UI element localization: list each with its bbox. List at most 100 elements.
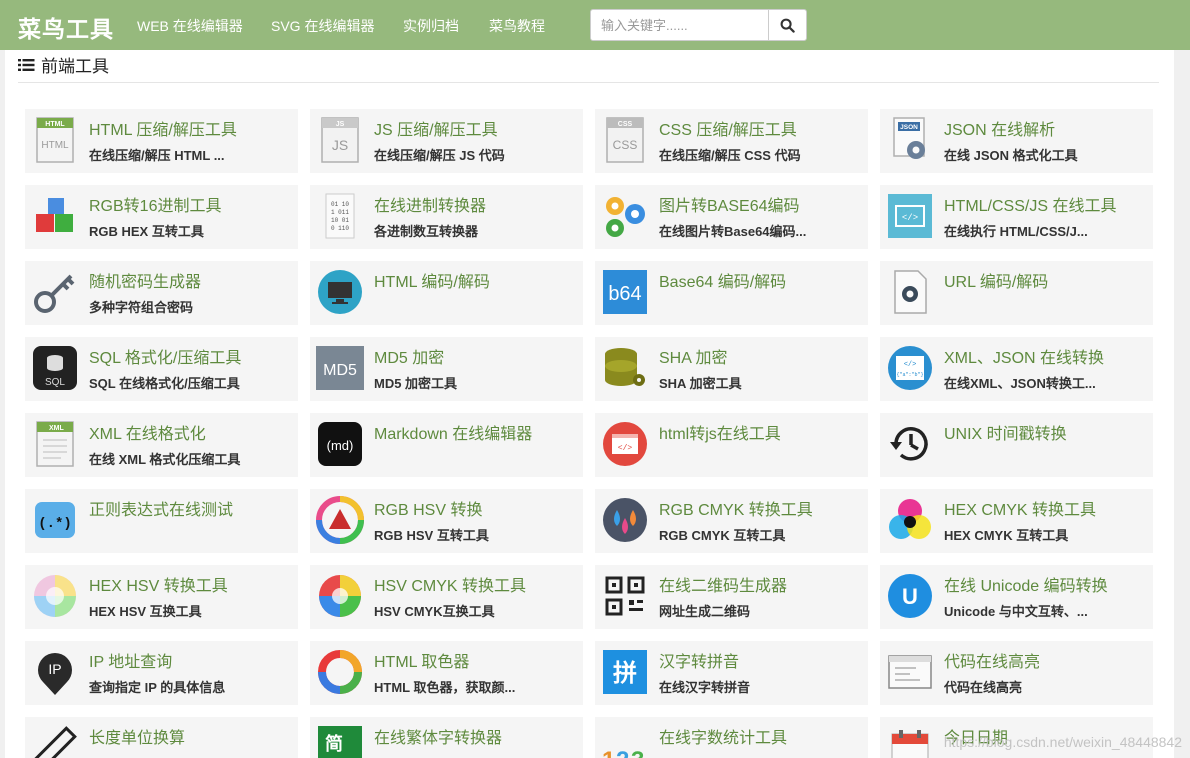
tool-card[interactable]: CSS CSS CSS 压缩/解压工具 在线压缩/解压 CSS 代码 xyxy=(595,109,868,173)
tool-title[interactable]: Base64 编码/解码 xyxy=(659,268,786,292)
tool-description: 各进制数互转换器 xyxy=(374,224,479,239)
tool-card[interactable]: 简 在线繁体字转换器 xyxy=(310,717,583,758)
tool-card[interactable]: JS JS JS 压缩/解压工具 在线压缩/解压 JS 代码 xyxy=(310,109,583,173)
svg-text:IP: IP xyxy=(48,661,61,677)
site-logo[interactable]: 菜鸟工具 xyxy=(18,10,114,44)
nav-link-tutorial[interactable]: 菜鸟教程 xyxy=(489,16,545,36)
tool-title[interactable]: 汉字转拼音 xyxy=(659,648,739,672)
color-ring-icon xyxy=(318,650,362,694)
tool-title[interactable]: html转js在线工具 xyxy=(659,420,781,444)
monitor-icon xyxy=(318,270,362,314)
search-box xyxy=(590,9,807,41)
tool-title[interactable]: JSON 在线解析 xyxy=(944,116,1055,140)
tool-title[interactable]: HTML 编码/解码 xyxy=(374,268,490,292)
tool-description: 在线压缩/解压 CSS 代码 xyxy=(659,148,801,163)
tool-title[interactable]: 长度单位换算 xyxy=(89,724,185,748)
tool-title[interactable]: 在线字数统计工具 xyxy=(659,724,787,748)
tool-title[interactable]: SQL 格式化/压缩工具 xyxy=(89,344,241,368)
tool-card[interactable]: HEX HSV 转换工具 HEX HSV 互换工具 xyxy=(25,565,298,629)
tool-title[interactable]: RGB CMYK 转换工具 xyxy=(659,496,813,520)
section-title: 前端工具 xyxy=(41,57,109,76)
tool-title[interactable]: Markdown 在线编辑器 xyxy=(374,420,532,444)
tool-title[interactable]: HSV CMYK 转换工具 xyxy=(374,572,526,596)
tool-title[interactable]: XML、JSON 在线转换 xyxy=(944,344,1104,368)
tool-card[interactable]: HTML 取色器 HTML 取色器，获取颜... xyxy=(310,641,583,705)
tool-title[interactable]: HEX CMYK 转换工具 xyxy=(944,496,1096,520)
tool-title[interactable]: 在线进制转换器 xyxy=(374,192,486,216)
tool-title[interactable]: RGB转16进制工具 xyxy=(89,192,221,216)
tool-title[interactable]: 在线 Unicode 编码转换 xyxy=(944,572,1108,596)
svg-text:JSON: JSON xyxy=(900,124,918,131)
tool-title[interactable]: IP 地址查询 xyxy=(89,648,172,672)
svg-text:XML: XML xyxy=(49,425,65,432)
tool-card[interactable]: HSV CMYK 转换工具 HSV CMYK互换工具 xyxy=(310,565,583,629)
tool-title[interactable]: 在线二维码生成器 xyxy=(659,572,787,596)
nav-link-web-editor[interactable]: WEB 在线编辑器 xyxy=(137,16,243,36)
tool-card[interactable]: UNIX 时间戳转换 xyxy=(880,413,1153,477)
tool-card[interactable]: JSON JSON 在线解析 在线 JSON 格式化工具 xyxy=(880,109,1153,173)
color-triangle-icon xyxy=(316,496,364,544)
tool-card[interactable]: </> {"a":"b"} XML、JSON 在线转换 在线XML、JSON转换工… xyxy=(880,337,1153,401)
tool-card[interactable]: U 在线 Unicode 编码转换 Unicode 与中文互转、... xyxy=(880,565,1153,629)
tool-card[interactable]: 长度单位换算 xyxy=(25,717,298,758)
tool-card[interactable]: SQL SQL 格式化/压缩工具 SQL 在线格式化/压缩工具 xyxy=(25,337,298,401)
tool-card[interactable]: HTML HTML HTML 压缩/解压工具 在线压缩/解压 HTML ... xyxy=(25,109,298,173)
tool-title[interactable]: 代码在线高亮 xyxy=(944,648,1040,672)
tool-card[interactable]: URL 编码/解码 xyxy=(880,261,1153,325)
search-button[interactable] xyxy=(768,10,806,40)
tool-card[interactable]: </> HTML/CSS/JS 在线工具 在线执行 HTML/CSS/J... xyxy=(880,185,1153,249)
svg-text:2: 2 xyxy=(616,747,629,758)
nav-link-svg-editor[interactable]: SVG 在线编辑器 xyxy=(271,16,374,36)
tool-title[interactable]: CSS 压缩/解压工具 xyxy=(659,116,797,140)
tool-title[interactable]: SHA 加密 xyxy=(659,344,727,368)
tool-card[interactable]: 随机密码生成器 多种字符组合密码 xyxy=(25,261,298,325)
tool-description: RGB HSV 互转工具 xyxy=(374,528,489,543)
tool-card[interactable]: 拼 汉字转拼音 在线汉字转拼音 xyxy=(595,641,868,705)
tool-card[interactable]: 01 10 1 011 10 01 0 110 在线进制转换器 各进制数互转换器 xyxy=(310,185,583,249)
tool-title[interactable]: 正则表达式在线测试 xyxy=(89,496,233,520)
tool-title[interactable]: HTML/CSS/JS 在线工具 xyxy=(944,192,1116,216)
key-icon xyxy=(34,274,75,313)
tool-title[interactable]: URL 编码/解码 xyxy=(944,268,1048,292)
tool-title[interactable]: MD5 加密 xyxy=(374,344,444,368)
tool-card[interactable]: XML XML 在线格式化 在线 XML 格式化压缩工具 xyxy=(25,413,298,477)
tool-card[interactable]: SHA 加密 SHA 加密工具 xyxy=(595,337,868,401)
regex-icon: (.*) xyxy=(35,502,75,538)
tool-title[interactable]: HTML 取色器 xyxy=(374,648,469,672)
tool-card[interactable]: RGB HSV 转换 RGB HSV 互转工具 xyxy=(310,489,583,553)
tool-description: RGB CMYK 互转工具 xyxy=(659,528,786,543)
tool-description: 查询指定 IP 的具体信息 xyxy=(89,680,226,695)
tool-title[interactable]: UNIX 时间戳转换 xyxy=(944,420,1067,444)
word-count-icon: 123 xyxy=(602,747,644,758)
tool-card[interactable]: 123 在线字数统计工具 xyxy=(595,717,868,758)
tool-title[interactable]: HEX HSV 转换工具 xyxy=(89,572,228,596)
tool-description: HEX CMYK 互转工具 xyxy=(944,528,1069,543)
tool-title[interactable]: 在线繁体字转换器 xyxy=(374,724,502,748)
tool-card[interactable]: 图片转BASE64编码 在线图片转Base64编码... xyxy=(595,185,868,249)
tool-title[interactable]: XML 在线格式化 xyxy=(89,420,206,444)
tool-card[interactable]: 代码在线高亮 代码在线高亮 xyxy=(880,641,1153,705)
tool-title[interactable]: 图片转BASE64编码 xyxy=(659,192,800,216)
color-drops-icon xyxy=(603,498,647,542)
tool-title[interactable]: 随机密码生成器 xyxy=(89,268,201,292)
tool-card[interactable]: MD5 MD5 加密 MD5 加密工具 xyxy=(310,337,583,401)
svg-text:CSS: CSS xyxy=(613,138,638,152)
search-input[interactable] xyxy=(591,10,768,40)
tool-title[interactable]: HTML 压缩/解压工具 xyxy=(89,116,237,140)
tool-card[interactable]: HEX CMYK 转换工具 HEX CMYK 互转工具 xyxy=(880,489,1153,553)
svg-text:HTML: HTML xyxy=(41,140,69,151)
tool-card[interactable]: (.*) 正则表达式在线测试 xyxy=(25,489,298,553)
tool-card[interactable]: </> html转js在线工具 xyxy=(595,413,868,477)
tool-title[interactable]: RGB HSV 转换 xyxy=(374,496,482,520)
tool-card[interactable]: b64 Base64 编码/解码 xyxy=(595,261,868,325)
tool-title[interactable]: JS 压缩/解压工具 xyxy=(374,116,498,140)
tool-card[interactable]: (md) Markdown 在线编辑器 xyxy=(310,413,583,477)
tool-card[interactable]: RGB转16进制工具 RGB HEX 互转工具 xyxy=(25,185,298,249)
list-icon xyxy=(18,58,35,71)
tool-card[interactable]: HTML 编码/解码 xyxy=(310,261,583,325)
tool-card[interactable]: IP IP 地址查询 查询指定 IP 的具体信息 xyxy=(25,641,298,705)
tool-card[interactable]: 在线二维码生成器 网址生成二维码 xyxy=(595,565,868,629)
nav-link-examples[interactable]: 实例归档 xyxy=(403,16,459,36)
svg-text:b64: b64 xyxy=(608,283,641,305)
tool-card[interactable]: RGB CMYK 转换工具 RGB CMYK 互转工具 xyxy=(595,489,868,553)
